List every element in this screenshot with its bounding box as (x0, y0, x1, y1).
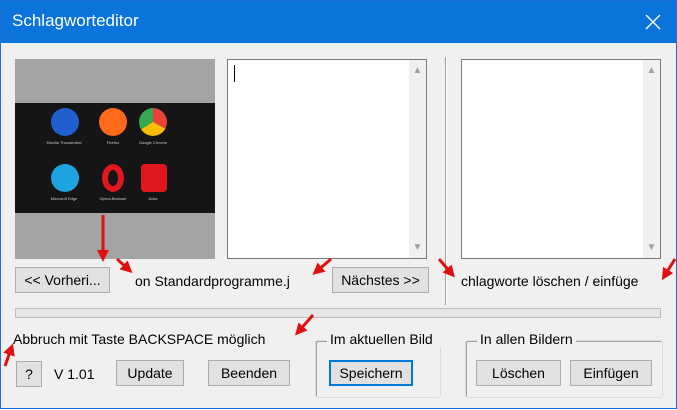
annotation-arrow-filename (115, 257, 133, 274)
annotation-arrow-group (295, 314, 315, 336)
annotation-arrow-right (661, 258, 677, 281)
annotation-arrow-next (312, 257, 332, 275)
annotation-arrows (3, 215, 677, 367)
annotation-arrow-help (3, 343, 15, 367)
schlagworteditor-window: Schlagworteditor Mozilla Thunderbird Fir… (0, 0, 677, 409)
annotation-arrow-caption (437, 258, 455, 278)
